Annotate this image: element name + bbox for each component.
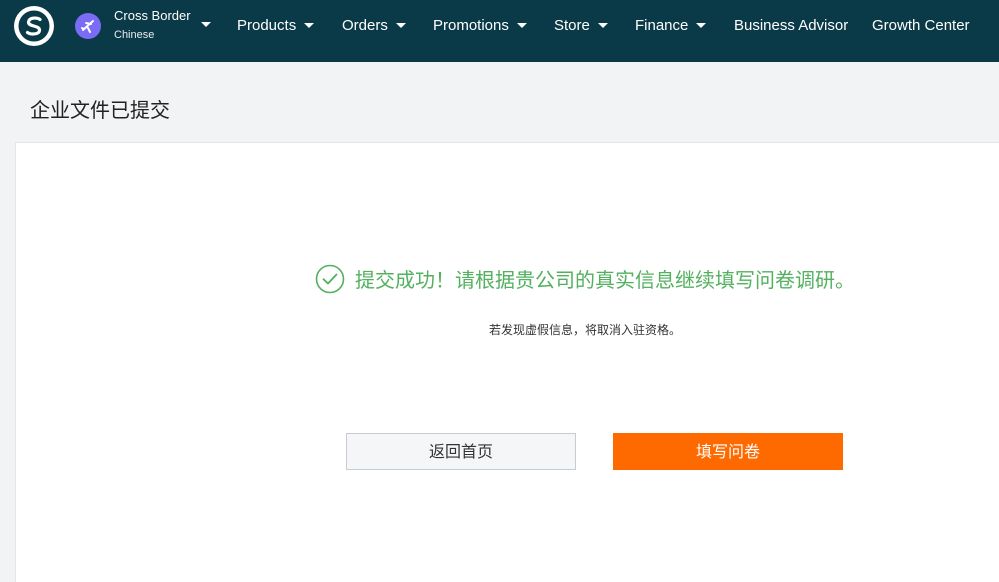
channel-language: Chinese	[114, 29, 155, 41]
caret-down-icon	[516, 22, 527, 28]
fill-survey-button[interactable]: 填写问卷	[613, 433, 843, 470]
back-home-button[interactable]: 返回首页	[346, 433, 576, 470]
caret-down-icon	[597, 22, 608, 28]
nav-promotions-label: Promotions	[433, 17, 509, 34]
check-circle-icon	[315, 264, 345, 294]
nav-orders[interactable]: Orders	[342, 17, 406, 35]
nav-growth-center-label: Growth Center	[872, 17, 970, 34]
nav-store-label: Store	[554, 17, 590, 34]
channel-selector[interactable]: Cross Border Chinese	[114, 8, 191, 42]
nav-finance[interactable]: Finance	[635, 17, 707, 35]
nav-products-label: Products	[237, 17, 297, 34]
nav-promotions[interactable]: Promotions	[433, 17, 527, 35]
nav-orders-label: Orders	[342, 17, 388, 34]
top-navigation-bar: Cross Border Chinese Products Orders Pro…	[0, 0, 999, 62]
success-message: 提交成功！请根据贵公司的真实信息继续填写问卷调研。	[355, 268, 855, 292]
nav-business-advisor-label: Business Advisor	[734, 17, 849, 34]
caret-down-icon	[395, 22, 406, 28]
nav-finance-label: Finance	[635, 17, 689, 34]
channel-name: Cross Border	[114, 8, 191, 23]
warning-note: 若发现虚假信息，将取消入驻资格。	[489, 323, 682, 337]
nav-growth-center[interactable]: Growth Center	[872, 17, 970, 35]
brand-logo-icon[interactable]	[14, 6, 54, 46]
caret-down-icon	[696, 22, 707, 28]
nav-business-advisor[interactable]: Business Advisor	[734, 17, 848, 35]
caret-down-icon[interactable]	[201, 22, 211, 27]
page-title: 企业文件已提交	[30, 98, 170, 122]
airplane-icon[interactable]	[75, 13, 101, 39]
caret-down-icon	[304, 22, 315, 28]
result-card	[15, 142, 999, 582]
nav-products[interactable]: Products	[237, 17, 315, 35]
nav-store[interactable]: Store	[554, 17, 608, 35]
